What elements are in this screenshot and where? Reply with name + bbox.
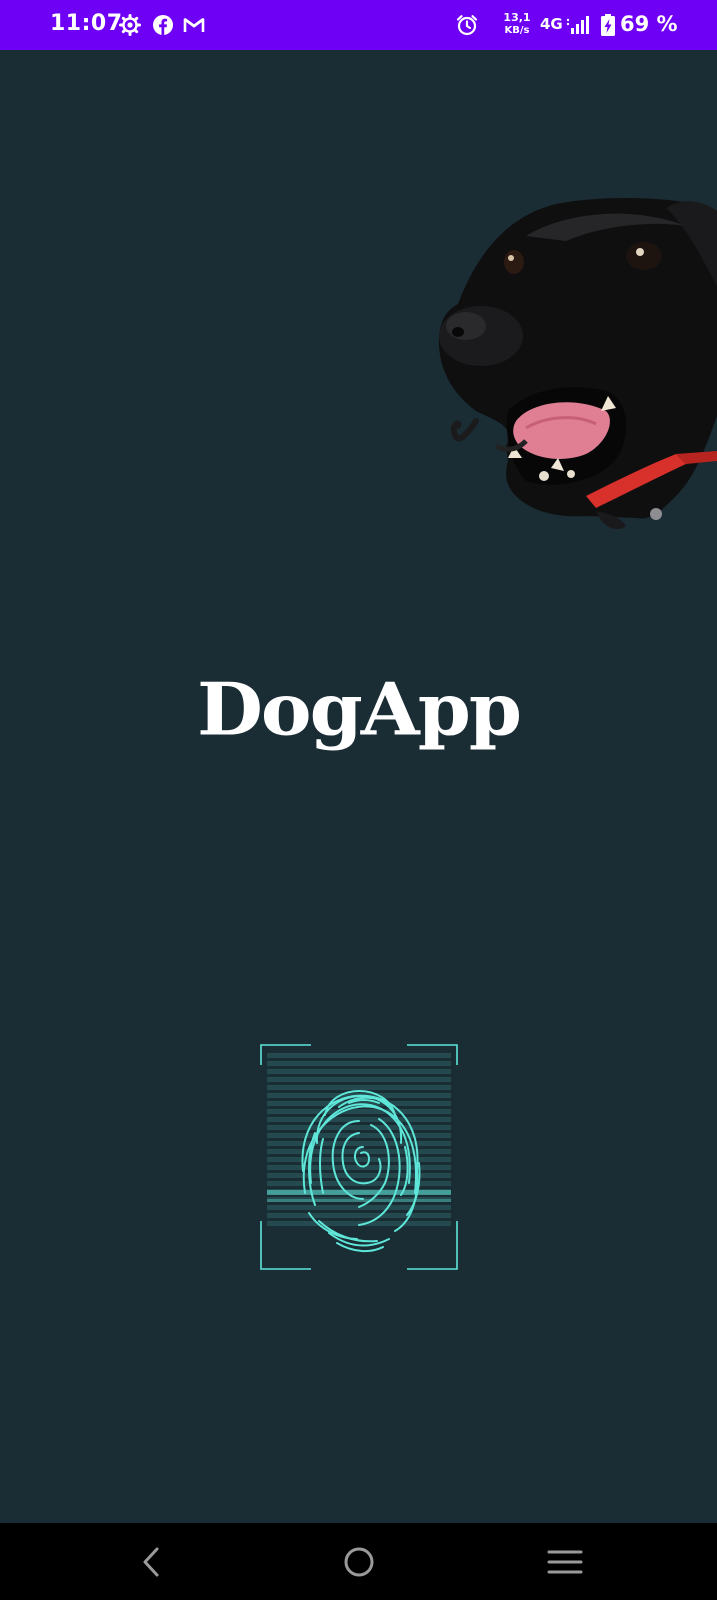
alarm-icon [455,13,479,37]
network-speed-unit: KB/s [504,25,530,36]
scan-line [267,1125,451,1130]
status-bar: 11:07 13,1 KB/s 4G 69 % [0,0,717,50]
battery-level: 69 % [620,12,678,36]
scan-line [267,1053,451,1058]
scan-line [267,1109,451,1114]
scan-line [267,1157,451,1162]
status-time: 11:07 [50,11,123,36]
scan-line [267,1149,451,1154]
scan-line [267,1173,451,1178]
back-icon [143,1547,159,1577]
gmail-icon [182,13,206,37]
network-speed-value: 13,1 [503,11,531,24]
network-type: 4G [540,15,563,33]
settings-gear-icon [118,13,142,37]
scan-line [267,1061,451,1066]
recents-menu-icon [547,1550,583,1574]
signal-bars-icon [566,13,590,37]
network-speed: 13,1 KB/s [500,11,534,37]
dog-image [438,198,717,530]
app-screen: 11:07 13,1 KB/s 4G 69 % DogApp [0,0,717,1600]
scan-line [267,1077,451,1082]
recents-button[interactable] [541,1541,589,1583]
battery-charging-icon [596,13,620,37]
scan-line [267,1141,451,1146]
navigation-bar [0,1523,717,1600]
app-title: DogApp [197,667,522,752]
scan-line [267,1085,451,1090]
home-icon [344,1547,374,1577]
scan-line [267,1213,451,1218]
facebook-icon [151,13,175,37]
scan-line [267,1069,451,1074]
home-button[interactable] [335,1541,383,1583]
fingerprint-login-button[interactable] [259,1043,459,1271]
fingerprint-icon [260,1044,458,1270]
back-button[interactable] [127,1541,175,1583]
